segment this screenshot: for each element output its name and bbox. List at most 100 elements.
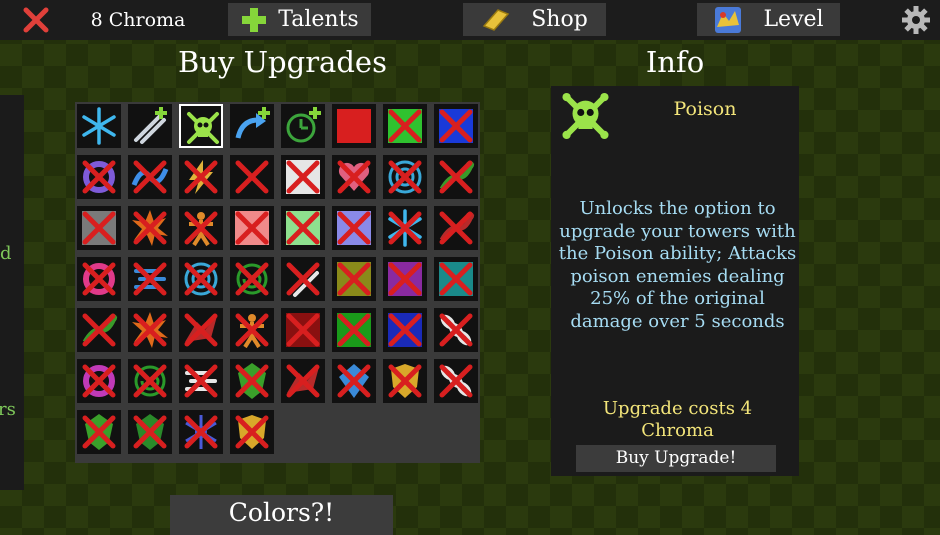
upgrade-slot[interactable]	[383, 308, 427, 352]
upgrade-slot[interactable]	[230, 206, 274, 250]
level-button[interactable]: Level	[697, 3, 840, 36]
upgrade-slot[interactable]	[230, 257, 274, 301]
upgrade-slot[interactable]	[77, 206, 121, 250]
buy-upgrade-button[interactable]: Buy Upgrade!	[576, 445, 776, 472]
upgrade-slot[interactable]	[230, 155, 274, 199]
upgrade-slot[interactable]	[434, 155, 478, 199]
upgrade-cost: Upgrade costs 4 Chroma	[602, 398, 753, 441]
upgrade-slot[interactable]	[332, 257, 376, 301]
upgrade-slot[interactable]	[179, 308, 223, 352]
locked-x-icon	[434, 206, 478, 250]
chroma-counter: 8 Chroma	[90, 8, 186, 31]
locked-x-icon	[383, 359, 427, 403]
close-button[interactable]	[18, 3, 54, 36]
locked-x-icon	[230, 410, 274, 454]
upgrade-slot[interactable]	[128, 359, 172, 403]
upgrade-slot[interactable]	[77, 308, 121, 352]
upgrade-slot[interactable]	[383, 359, 427, 403]
upgrade-slot[interactable]	[383, 257, 427, 301]
locked-x-icon	[128, 410, 172, 454]
upgrade-slot[interactable]	[434, 257, 478, 301]
upgrade-slot[interactable]	[332, 104, 376, 148]
upgrade-slot[interactable]	[77, 257, 121, 301]
arrow-plus-icon	[235, 107, 270, 139]
upgrade-slot[interactable]	[77, 104, 121, 148]
upgrade-slot[interactable]	[332, 359, 376, 403]
locked-x-icon	[230, 155, 274, 199]
upgrade-slot[interactable]	[179, 359, 223, 403]
upgrade-grid	[75, 102, 480, 463]
poison-skull-icon	[187, 112, 219, 144]
clock-plus-icon	[286, 107, 321, 143]
upgrade-slot[interactable]	[128, 104, 172, 148]
upgrade-slot[interactable]	[332, 206, 376, 250]
upgrade-slot[interactable]	[434, 308, 478, 352]
upgrade-slot[interactable]	[230, 410, 274, 454]
upgrade-slot[interactable]	[77, 410, 121, 454]
locked-x-icon	[281, 359, 325, 403]
locked-x-icon	[383, 257, 427, 301]
talents-button[interactable]: Talents	[228, 3, 371, 36]
upgrade-slot[interactable]	[434, 104, 478, 148]
level-label: Level	[763, 7, 824, 32]
locked-x-icon	[332, 206, 376, 250]
swords-plus-icon	[134, 107, 167, 144]
poison-skull-icon	[562, 92, 609, 140]
upgrade-slot[interactable]	[128, 206, 172, 250]
locked-x-icon	[332, 257, 376, 301]
upgrade-slot[interactable]	[281, 104, 325, 148]
upgrade-slot[interactable]	[179, 104, 223, 148]
settings-button[interactable]	[898, 3, 934, 36]
gold-bar-icon	[482, 8, 510, 31]
locked-x-icon	[434, 308, 478, 352]
locked-x-icon	[230, 206, 274, 250]
locked-x-icon	[128, 308, 172, 352]
upgrade-slot[interactable]	[281, 308, 325, 352]
locked-x-icon	[332, 359, 376, 403]
upgrade-slot[interactable]	[230, 359, 274, 403]
info-description: Unlocks the option to upgrade your tower…	[558, 198, 797, 332]
upgrade-slot[interactable]	[281, 206, 325, 250]
upgrade-slot[interactable]	[230, 104, 274, 148]
plus-icon	[242, 7, 267, 32]
upgrade-slot[interactable]	[434, 206, 478, 250]
locked-x-icon	[77, 359, 121, 403]
upgrade-slot[interactable]	[230, 308, 274, 352]
locked-x-icon	[77, 257, 121, 301]
upgrade-slot[interactable]	[383, 155, 427, 199]
map-icon	[715, 6, 742, 33]
locked-x-icon	[77, 206, 121, 250]
upgrade-slot[interactable]	[281, 257, 325, 301]
top-bar: 8 Chroma Talents Shop Level	[0, 0, 940, 40]
upgrade-slot[interactable]	[128, 308, 172, 352]
upgrade-slot[interactable]	[128, 155, 172, 199]
upgrade-slot[interactable]	[434, 359, 478, 403]
upgrade-slot[interactable]	[383, 206, 427, 250]
colors-button[interactable]: Colors?!	[170, 495, 393, 535]
locked-x-icon	[281, 257, 325, 301]
locked-x-icon	[383, 206, 427, 250]
upgrade-slot[interactable]	[179, 206, 223, 250]
upgrade-slot[interactable]	[281, 155, 325, 199]
locked-x-icon	[230, 308, 274, 352]
locked-x-icon	[128, 155, 172, 199]
upgrade-slot[interactable]	[179, 257, 223, 301]
upgrade-slot[interactable]	[77, 359, 121, 403]
upgrade-slot[interactable]	[179, 410, 223, 454]
locked-x-icon	[434, 104, 478, 148]
upgrade-slot[interactable]	[332, 308, 376, 352]
locked-x-icon	[383, 155, 427, 199]
locked-x-icon	[281, 155, 325, 199]
shop-label: Shop	[531, 7, 588, 32]
locked-x-icon	[77, 308, 121, 352]
locked-x-icon	[179, 410, 223, 454]
upgrade-slot[interactable]	[179, 155, 223, 199]
talents-label: Talents	[278, 7, 359, 32]
upgrade-slot[interactable]	[128, 257, 172, 301]
upgrade-slot[interactable]	[128, 410, 172, 454]
shop-button[interactable]: Shop	[463, 3, 606, 36]
upgrade-slot[interactable]	[332, 155, 376, 199]
upgrade-slot[interactable]	[281, 359, 325, 403]
upgrade-slot[interactable]	[383, 104, 427, 148]
upgrade-slot[interactable]	[77, 155, 121, 199]
